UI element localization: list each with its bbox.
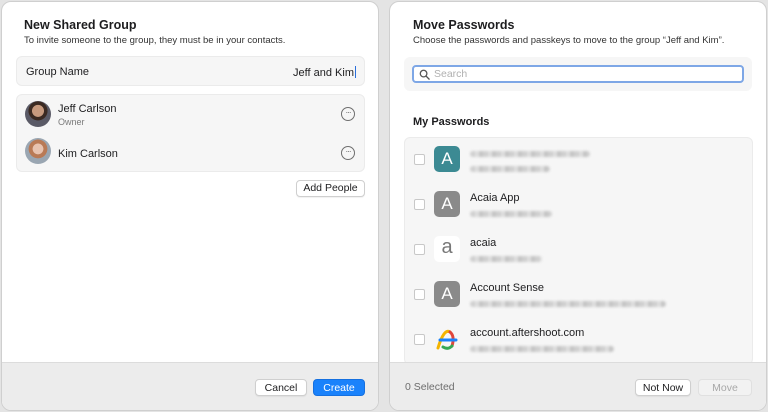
letter-a-teal-icon: A — [434, 146, 460, 172]
group-members-list: Jeff Carlson Owner ··· Kim Carlson ··· — [16, 94, 365, 172]
group-name-input[interactable]: Jeff and Kim — [293, 66, 356, 79]
letter-a-gray-icon: A — [434, 191, 460, 217]
item-title: account.aftershoot.com — [470, 327, 585, 339]
group-name-field[interactable]: Group Name Jeff and Kim — [16, 56, 365, 86]
blurred-username — [470, 346, 614, 352]
new-shared-group-dialog: New Shared Group To invite someone to th… — [1, 1, 379, 411]
list-item[interactable]: A Acaia App — [405, 183, 752, 228]
not-now-button[interactable]: Not Now — [635, 379, 691, 396]
letter-a-gray-icon: A — [434, 281, 460, 307]
group-name-value: Jeff and Kim — [293, 67, 354, 79]
acaia-logo-icon: a — [434, 236, 460, 262]
dialog-subtitle: Choose the passwords and passkeys to mov… — [413, 35, 725, 46]
blurred-username — [470, 256, 542, 262]
more-options-icon[interactable]: ··· — [341, 146, 355, 160]
dialog-title: Move Passwords — [413, 18, 515, 32]
selected-count: 0 Selected — [405, 381, 455, 393]
blurred-title — [470, 151, 590, 157]
list-item[interactable]: account.aftershoot.com — [405, 318, 752, 363]
item-checkbox[interactable] — [414, 244, 425, 255]
search-icon — [419, 69, 430, 80]
group-name-label: Group Name — [26, 66, 89, 78]
cancel-button[interactable]: Cancel — [255, 379, 307, 396]
item-checkbox[interactable] — [414, 199, 425, 210]
list-item[interactable]: A Account Sense — [405, 273, 752, 318]
search-field[interactable] — [412, 65, 744, 83]
avatar — [25, 138, 51, 164]
member-name: Jeff Carlson — [58, 103, 117, 115]
item-checkbox[interactable] — [414, 289, 425, 300]
blurred-username — [470, 166, 550, 172]
add-people-button[interactable]: Add People — [296, 180, 365, 197]
dialog-footer: Cancel Create — [2, 362, 378, 410]
blurred-username — [470, 211, 552, 217]
aftershoot-logo-icon — [436, 329, 458, 350]
item-title: Account Sense — [470, 282, 544, 294]
move-passwords-dialog: Move Passwords Choose the passwords and … — [389, 1, 767, 411]
item-checkbox[interactable] — [414, 334, 425, 345]
search-bar — [404, 57, 752, 91]
member-row: Jeff Carlson Owner ··· — [17, 95, 364, 133]
avatar — [25, 101, 51, 127]
dialog-title: New Shared Group — [24, 18, 137, 32]
more-options-icon[interactable]: ··· — [341, 107, 355, 121]
passwords-list: A A Acaia App a acaia A Account Sense ac… — [404, 137, 753, 365]
create-button[interactable]: Create — [313, 379, 365, 396]
item-title: acaia — [470, 237, 497, 249]
member-role: Owner — [58, 117, 85, 127]
member-row: Kim Carlson ··· — [17, 133, 364, 171]
list-item[interactable]: a acaia — [405, 228, 752, 273]
item-title: Acaia App — [470, 192, 520, 204]
move-button[interactable]: Move — [698, 379, 752, 396]
blurred-username — [470, 301, 666, 307]
text-caret — [355, 66, 356, 78]
list-item[interactable]: A — [405, 138, 752, 183]
item-checkbox[interactable] — [414, 154, 425, 165]
dialog-footer: 0 Selected Not Now Move — [390, 362, 766, 410]
dialog-subtitle: To invite someone to the group, they mus… — [24, 35, 286, 46]
member-name: Kim Carlson — [58, 148, 118, 160]
section-title: My Passwords — [413, 116, 490, 128]
search-input[interactable] — [434, 67, 734, 81]
